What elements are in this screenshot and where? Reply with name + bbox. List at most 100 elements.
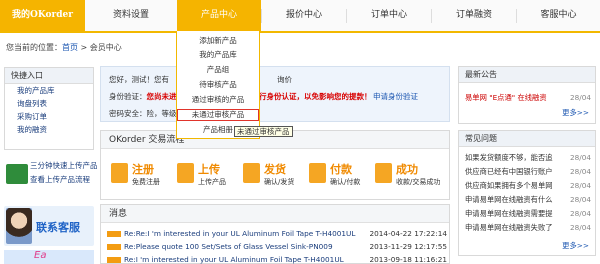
breadcrumb-current: 会员中心 (89, 43, 122, 52)
quick-link-my-financing[interactable]: 我的融资 (5, 123, 93, 136)
menu-item-add-product[interactable]: 添加新产品 (177, 35, 259, 47)
announcement-row[interactable]: 易单网 "E点通" 在线融资 28/04 (465, 93, 591, 103)
register-icon (111, 163, 128, 183)
faq-date: 28/04 (569, 153, 591, 162)
faq-row[interactable]: 如果发货额度不够，能否追 28/04 (465, 153, 591, 163)
apply-identity-link[interactable]: 申请身份验证 (373, 91, 418, 102)
quick-links-panel: 快捷入口 我的产品库 询盘列表 采购订单 我的融资 (4, 67, 94, 150)
faq-row[interactable]: 申请易单网在线融资有什么 28/04 (465, 195, 591, 205)
faq-row[interactable]: 申请易单网在线融资失败了 28/04 (465, 223, 591, 233)
step-success-sub: 收款/交易成功 (396, 178, 441, 186)
faq-date: 28/04 (569, 167, 591, 176)
contact-service-banner[interactable]: 联系客服 (4, 206, 94, 246)
message-subject: Re:Re:I 'm interested in your UL Aluminu… (124, 229, 356, 238)
faq-title: 常见问题 (459, 131, 595, 147)
message-row[interactable]: Re:Re:I 'm interested in your UL Aluminu… (107, 229, 447, 241)
announcement-date: 28/04 (569, 93, 591, 102)
step-upload-title: 上传 (198, 163, 220, 176)
breadcrumb-separator: > (78, 43, 90, 52)
quick-link-my-products[interactable]: 我的产品库 (5, 84, 93, 97)
menu-item-approved-products[interactable]: 通过审核的产品 (177, 94, 259, 106)
message-subject: Re:Please quote 100 Set/Sets of Glass Ve… (124, 242, 333, 251)
password-security-label: 密码安全： (109, 109, 147, 118)
messages-panel: 消息 Re:Re:I 'm interested in your UL Alum… (100, 204, 450, 264)
faq-date: 28/04 (569, 195, 591, 204)
faq-row[interactable]: 申请易单网在线融资需要提 28/04 (465, 209, 591, 219)
upload-icon (177, 163, 194, 183)
step-pay-title: 付款 (330, 163, 352, 176)
message-tag-icon (107, 257, 121, 263)
step-register-sub: 免费注册 (132, 178, 160, 186)
nav-product-center[interactable]: 产品中心 (177, 0, 261, 31)
faq-panel: 常见问题 如果发货额度不够，能否追 28/04 供应商已经有中国银行账户 28/04… (458, 130, 596, 256)
faq-row[interactable]: 供应商如果拥有多个易单网 28/04 (465, 181, 591, 191)
faq-question: 供应商已经有中国银行账户 (465, 167, 553, 176)
breadcrumb: 您当前的位置：首页 > 会员中心 (6, 42, 122, 53)
nav-quote-center[interactable]: 报价中心 (262, 0, 346, 31)
message-date: 2013-09-18 11:16:21 (369, 255, 448, 264)
account-summary: 您好，测试！您有 询价 身份验证：您尚未进行身份认证，点击这里进行身份认证，以免… (100, 66, 450, 122)
message-row[interactable]: Re:I 'm interested in your UL Aluminum F… (107, 255, 447, 264)
menu-item-rejected-products[interactable]: 未通过审核产品 (177, 109, 259, 121)
success-icon (375, 163, 392, 183)
ship-icon (243, 163, 260, 183)
faq-date: 28/04 (569, 209, 591, 218)
announcements-panel: 最新公告 易单网 "E点通" 在线融资 28/04 更多>> (458, 66, 596, 124)
announcement-text: 易单网 "E点通" 在线融资 (465, 93, 547, 102)
step-pay-sub: 确认/付款 (330, 178, 361, 186)
message-tag-icon (107, 231, 121, 237)
quick-link-purchase-orders[interactable]: 采购订单 (5, 110, 93, 123)
faq-date: 28/04 (569, 223, 591, 232)
service-agent-avatar (6, 208, 32, 244)
menu-item-product-groups[interactable]: 产品组 (177, 64, 259, 76)
contact-service-label: 联系客服 (36, 221, 80, 234)
announcements-title: 最新公告 (459, 67, 595, 83)
nav-order-finance[interactable]: 订单融资 (432, 0, 516, 31)
message-date: 2014-04-22 17:22:14 (369, 229, 448, 238)
left-banner-partial: Ea (4, 250, 94, 264)
breadcrumb-home-link[interactable]: 首页 (62, 43, 78, 52)
product-center-dropdown: 添加新产品 我的产品库 产品组 待审核产品 通过审核的产品 未通过审核产品 产品… (176, 31, 260, 139)
message-date: 2013-11-29 12:17:55 (369, 242, 448, 251)
menu-tooltip: 未通过审核产品 (234, 126, 293, 137)
quick-link-inquiries[interactable]: 询盘列表 (5, 97, 93, 110)
trade-process-panel: OKorder 交易流程 注册 免费注册 上传 上传产品 发货 确认/发货 付款… (100, 130, 450, 200)
messages-title: 消息 (101, 205, 449, 223)
menu-item-my-products[interactable]: 我的产品库 (177, 49, 259, 61)
faq-question: 申请易单网在线融资失败了 (465, 223, 553, 232)
message-subject: Re:I 'm interested in your UL Aluminum F… (124, 255, 344, 264)
greeting-text: 您好，测试！您有 (109, 75, 169, 84)
breadcrumb-prefix: 您当前的位置： (6, 43, 62, 52)
faq-question: 如果发货额度不够，能否追 (465, 153, 553, 162)
upload-promo: 三分钟快速上传产品 查看上传产品流程 (4, 156, 98, 191)
step-upload-sub: 上传产品 (198, 178, 226, 186)
banner-text-partial: Ea (34, 250, 47, 261)
step-register-title: 注册 (132, 163, 154, 176)
faq-more-link[interactable]: 更多>> (562, 241, 589, 251)
top-nav: 我的OKorder 资料设置 产品中心 报价中心 订单中心 订单融资 客服中心 (0, 0, 600, 33)
identity-status-label: 身份验证： (109, 92, 147, 101)
nav-order-center[interactable]: 订单中心 (347, 0, 431, 31)
faq-question: 申请易单网在线融资有什么 (465, 195, 553, 204)
promo-quick-upload-link[interactable]: 三分钟快速上传产品 (30, 160, 98, 171)
faq-row[interactable]: 供应商已经有中国银行账户 28/04 (465, 167, 591, 177)
pay-icon (309, 163, 326, 183)
menu-item-pending-review[interactable]: 待审核产品 (177, 79, 259, 91)
step-ship-title: 发货 (264, 163, 286, 176)
quick-links-title: 快捷入口 (5, 68, 93, 84)
step-ship-sub: 确认/发货 (264, 178, 295, 186)
faq-date: 28/04 (569, 181, 591, 190)
message-row[interactable]: Re:Please quote 100 Set/Sets of Glass Ve… (107, 242, 447, 254)
faq-question: 申请易单网在线融资需要提 (465, 209, 553, 218)
step-success-title: 成功 (396, 163, 418, 176)
faq-question: 供应商如果拥有多个易单网 (465, 181, 553, 190)
nav-customer-service[interactable]: 客服中心 (517, 0, 600, 31)
message-tag-icon (107, 244, 121, 250)
nav-my-okorder[interactable]: 我的OKorder (0, 0, 85, 31)
promo-upload-process-link[interactable]: 查看上传产品流程 (30, 174, 90, 185)
nav-profile-settings[interactable]: 资料设置 (85, 0, 177, 31)
greeting-tail: 询价 (277, 75, 292, 84)
upload-icon (6, 164, 28, 184)
greeting-line: 您好，测试！您有 询价 (109, 74, 292, 85)
announcements-more-link[interactable]: 更多>> (562, 108, 589, 118)
